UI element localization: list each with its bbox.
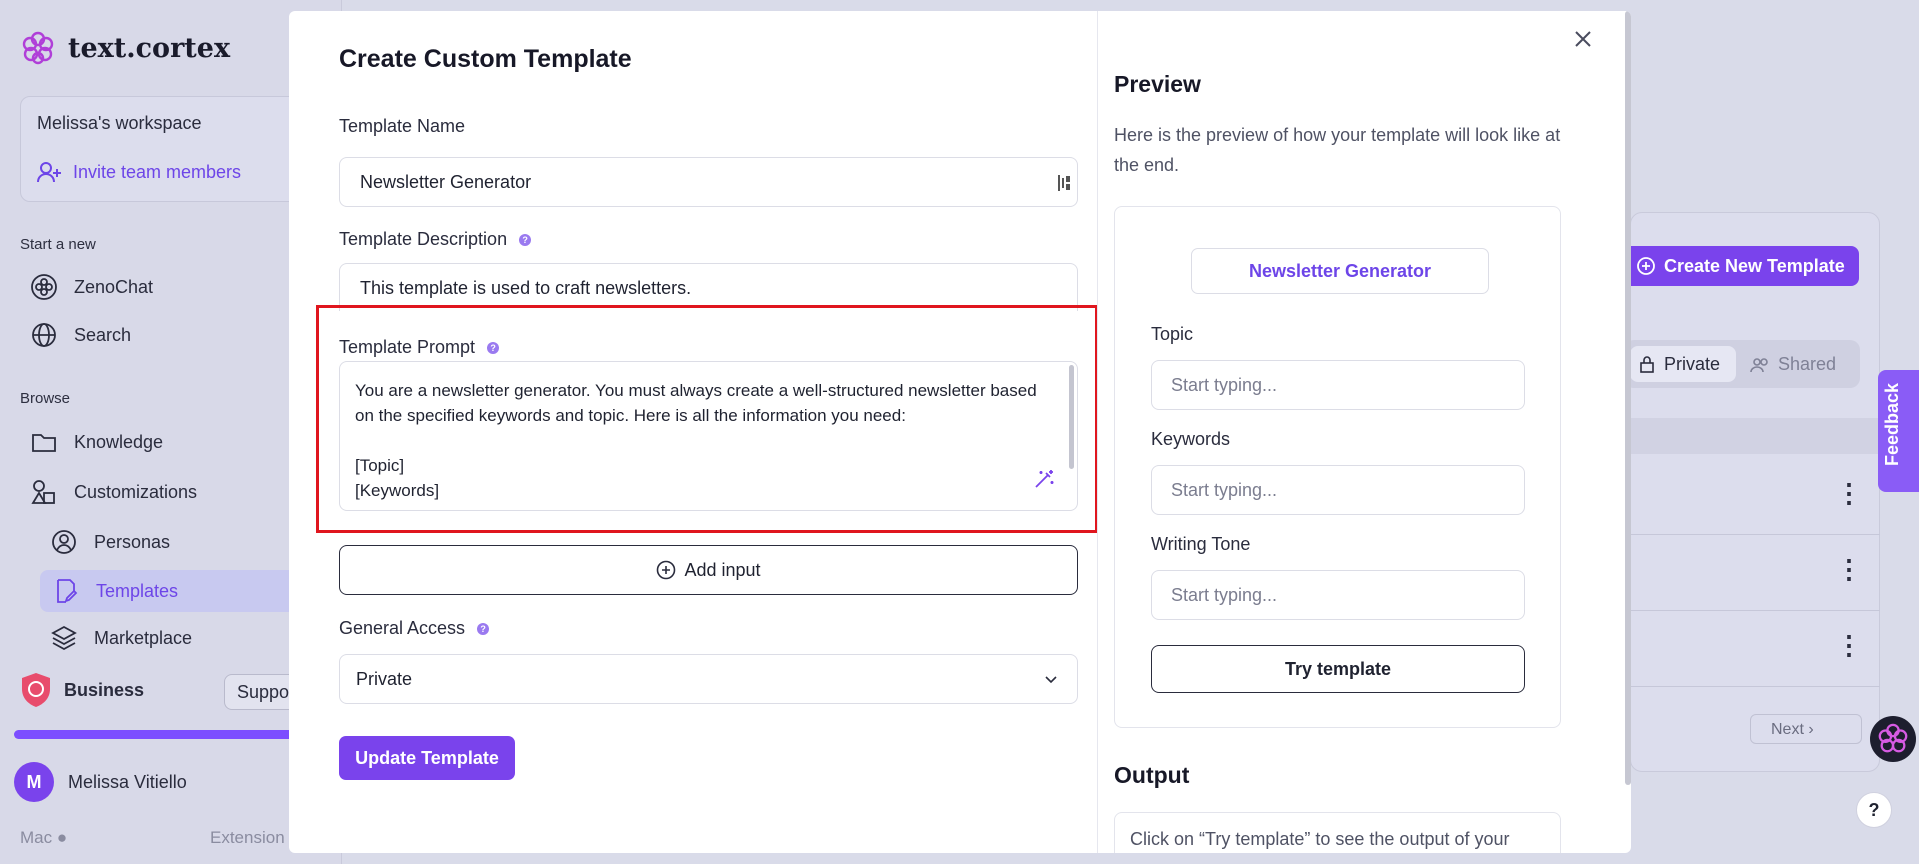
template-name-input[interactable]: Newsletter Generator	[339, 157, 1078, 207]
sidebar-item-personas[interactable]: Personas	[50, 528, 170, 556]
start-new-heading: Start a new	[20, 236, 96, 253]
help-button[interactable]: ?	[1856, 792, 1892, 828]
lock-icon	[1640, 356, 1654, 373]
preview-description: Here is the preview of how your template…	[1114, 125, 1561, 175]
info-icon[interactable]: ?	[519, 233, 532, 246]
modal-title: Create Custom Template	[339, 45, 632, 73]
chevron-down-icon	[1045, 676, 1057, 684]
feedback-tab[interactable]: Feedback	[1878, 370, 1919, 492]
usage-progress-bar	[14, 730, 334, 739]
sidebar-item-label: Templates	[96, 580, 179, 601]
template-prompt-textarea[interactable]: You are a newsletter generator. You must…	[339, 361, 1078, 511]
preview-template-name: Newsletter Generator	[1191, 248, 1489, 294]
plan-badge: Business	[20, 672, 144, 708]
logo[interactable]: text.cortex	[20, 30, 230, 66]
logo-text: text.cortex	[68, 32, 231, 64]
brain-icon	[31, 274, 57, 300]
template-description-label: Template Description ?	[339, 229, 532, 250]
extension-link[interactable]: Extension	[210, 828, 285, 848]
create-template-modal: Create Custom Template Template Name New…	[289, 11, 1631, 853]
magic-wand-icon[interactable]	[1033, 468, 1055, 490]
preview-keywords-label: Keywords	[1151, 429, 1231, 449]
invite-team-label: Invite team members	[73, 161, 242, 182]
preview-keywords-input[interactable]: Start typing...	[1151, 465, 1525, 515]
output-box: Click on “Try template” to see the outpu…	[1114, 812, 1561, 853]
os-label: Mac ●	[20, 828, 68, 847]
shapes-icon	[31, 480, 55, 504]
close-icon[interactable]	[1569, 25, 1597, 53]
sidebar-item-marketplace[interactable]: Marketplace	[50, 624, 192, 652]
layers-icon	[51, 625, 77, 651]
try-template-button[interactable]: Try template	[1151, 645, 1525, 693]
preview-writing-tone-label: Writing Tone	[1151, 534, 1251, 554]
chevron-right-icon: ›	[1808, 721, 1814, 738]
shield-icon	[22, 673, 50, 707]
output-title: Output	[1114, 762, 1190, 788]
row-divider	[1630, 534, 1880, 535]
sidebar-item-label: Marketplace	[94, 627, 193, 648]
sidebar-item-zenochat[interactable]: ZenoChat	[30, 273, 153, 301]
template-prompt-label: Template Prompt ?	[339, 337, 500, 358]
browse-heading: Browse	[20, 390, 71, 407]
plus-circle-icon	[657, 560, 676, 580]
invite-team-button[interactable]: Invite team members	[37, 161, 241, 183]
add-input-button[interactable]: Add input	[339, 545, 1078, 595]
row-divider	[1630, 610, 1880, 611]
plan-label: Business	[64, 679, 145, 700]
textarea-scrollbar[interactable]	[1069, 365, 1074, 469]
assistant-launcher[interactable]	[1870, 716, 1916, 762]
folder-icon	[32, 434, 56, 452]
sidebar-item-search[interactable]: Search	[30, 321, 131, 349]
create-new-template-button[interactable]: Create New Template	[1622, 246, 1859, 286]
tab-shared[interactable]: Shared	[1750, 346, 1836, 375]
preview-topic-input[interactable]: Start typing...	[1151, 360, 1525, 410]
create-new-template-label: Create New Template	[1664, 255, 1845, 276]
apple-icon: ●	[56, 828, 68, 847]
more-options-icon[interactable]: ⋮	[1836, 632, 1862, 658]
brain-icon	[1878, 723, 1908, 753]
sidebar-item-label: ZenoChat	[74, 276, 154, 297]
next-page-button[interactable]: Next ›	[1750, 714, 1862, 744]
template-form: Create Custom Template Template Name New…	[289, 11, 1098, 853]
user-circle-icon	[52, 530, 76, 554]
workspace-name: Melissa's workspace	[37, 113, 202, 133]
sidebar-item-customizations[interactable]: Customizations	[30, 478, 197, 506]
avatar: M	[14, 762, 54, 802]
info-icon[interactable]: ?	[477, 622, 490, 635]
users-icon	[1750, 357, 1768, 372]
user-menu[interactable]: M Melissa Vitiello	[14, 762, 187, 802]
more-options-icon[interactable]: ⋮	[1836, 556, 1862, 582]
general-access-select[interactable]: Private	[339, 654, 1078, 704]
brain-logo-icon	[22, 31, 54, 65]
password-manager-icon[interactable]	[1057, 174, 1071, 192]
info-icon[interactable]: ?	[487, 341, 500, 354]
sidebar-item-label: Customizations	[74, 481, 198, 502]
modal-scrollbar[interactable]	[1625, 11, 1631, 785]
add-user-icon	[37, 162, 61, 183]
edit-document-icon	[57, 579, 78, 603]
user-name: Melissa Vitiello	[68, 771, 187, 792]
template-prompt-text: You are a newsletter generator. You must…	[355, 381, 1037, 500]
preview-title: Preview	[1114, 71, 1201, 97]
preview-writing-tone-input[interactable]: Start typing...	[1151, 570, 1525, 620]
more-options-icon[interactable]: ⋮	[1836, 480, 1862, 506]
preview-topic-label: Topic	[1151, 324, 1194, 344]
tab-private[interactable]: Private	[1630, 346, 1736, 382]
sidebar-item-label: Knowledge	[74, 431, 164, 452]
sidebar-item-label: Search	[74, 324, 132, 345]
template-name-label: Template Name	[339, 116, 466, 136]
workspace-card[interactable]: Melissa's workspace Invite team members	[20, 96, 320, 202]
globe-icon	[32, 323, 56, 347]
general-access-label: General Access ?	[339, 618, 490, 639]
sidebar-item-label: Personas	[94, 531, 171, 552]
row-divider	[1630, 686, 1880, 687]
plus-circle-icon	[1637, 257, 1655, 275]
preview-card: Newsletter Generator Topic Start typing.…	[1114, 206, 1561, 728]
preview-pane: Preview Here is the preview of how your …	[1098, 11, 1631, 853]
template-description-input[interactable]: This template is used to craft newslette…	[339, 263, 1078, 311]
table-header	[1630, 418, 1880, 454]
sidebar-item-knowledge[interactable]: Knowledge	[30, 428, 163, 456]
update-template-button[interactable]: Update Template	[339, 736, 515, 780]
